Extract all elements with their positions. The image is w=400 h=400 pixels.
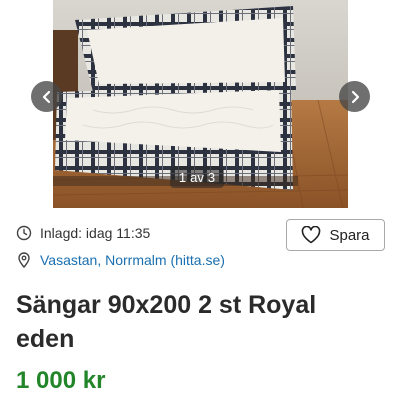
image-counter-current: 1 xyxy=(178,169,187,185)
location-link[interactable]: Vasastan, Norrmalm (hitta.se) xyxy=(16,252,225,268)
image-counter: 1 av 3 xyxy=(170,166,224,188)
clock-icon xyxy=(16,225,32,241)
image-counter-total: 3 xyxy=(207,169,216,185)
posted-time: Inlagd: idag 11:35 xyxy=(16,225,150,241)
image-gallery[interactable]: 1 av 3 xyxy=(0,0,400,208)
save-button[interactable]: Spara xyxy=(286,219,385,251)
previous-image-button[interactable] xyxy=(31,81,62,112)
heart-icon xyxy=(302,226,321,244)
save-button-label: Spara xyxy=(329,226,370,244)
listing-title: Sängar 90x200 2 st Royal eden xyxy=(16,291,317,353)
chevron-left-icon xyxy=(42,90,50,103)
next-image-button[interactable] xyxy=(339,81,370,112)
chevron-right-icon xyxy=(351,90,359,103)
location-label[interactable]: Vasastan, Norrmalm (hitta.se) xyxy=(40,252,225,268)
image-counter-separator: av xyxy=(190,169,204,185)
posted-time-label: Inlagd: idag 11:35 xyxy=(40,225,151,241)
listing-price: 1 000 kr xyxy=(16,367,106,394)
location-pin-icon xyxy=(16,252,32,268)
